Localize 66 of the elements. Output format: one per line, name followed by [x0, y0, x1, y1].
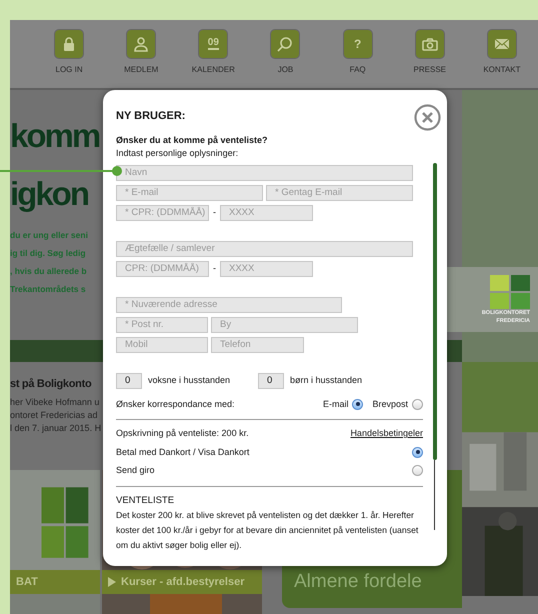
input-field[interactable]: * Post nr.	[116, 316, 208, 332]
radio-button[interactable]	[412, 465, 423, 476]
input-field[interactable]: XXXX	[220, 204, 313, 220]
search-icon	[271, 30, 300, 58]
correspondence-label: Ønsker korrespondance med:	[116, 398, 235, 411]
input-field[interactable]: CPR: (DDMMÅÅ)	[116, 260, 209, 276]
fee-text: Opskrivning på venteliste: 200 kr.	[116, 427, 249, 440]
option-label: Brevpost	[372, 398, 408, 411]
question-text: Ønsker du at komme på venteliste?	[116, 134, 269, 147]
lock-icon	[55, 30, 84, 58]
input-field[interactable]: Mobil	[116, 336, 208, 352]
panel-title: Almene fordele	[294, 570, 423, 594]
input-field[interactable]: XXXX	[220, 260, 313, 276]
heading: komm	[10, 118, 100, 154]
input-field[interactable]: * Gentag E-mail	[266, 184, 413, 200]
intro-text: , hvis du allerede b	[10, 265, 87, 278]
tile-bar[interactable]: BAT	[10, 570, 100, 594]
payment-label: Betal med Dankort / Visa Dankort	[116, 446, 250, 458]
person-icon	[127, 30, 156, 58]
calendar-icon: 09	[199, 30, 228, 58]
input-field[interactable]: Ægtefælle / samlever	[116, 240, 413, 256]
input-field[interactable]: * E-mail	[116, 184, 263, 200]
mail-icon	[488, 30, 516, 58]
nav-link[interactable]: MEDLEM	[105, 20, 178, 88]
news-text: her Vibeke Hofmann u	[10, 396, 100, 408]
scrollbar-thumb[interactable]	[433, 163, 437, 460]
intro-text: du er ung eller seni	[10, 229, 88, 242]
radio-button[interactable]	[412, 398, 423, 410]
nav-link[interactable]: LOG IN	[33, 20, 106, 88]
radio-button[interactable]	[412, 446, 423, 458]
input-field[interactable]: * Nuværende adresse	[116, 296, 342, 312]
news-text: ontoret Fredericias ad	[10, 408, 98, 422]
dash-text: -	[213, 262, 216, 275]
field-label: voksne i husstanden	[148, 374, 232, 387]
play-icon	[108, 577, 116, 587]
nav-link[interactable]: JOB	[249, 20, 322, 88]
option-label: E-mail	[322, 398, 348, 410]
input-field[interactable]: Telefon	[211, 336, 304, 352]
heading: igkon	[10, 176, 88, 212]
number-field[interactable]: 0	[116, 372, 142, 388]
number-field[interactable]: 0	[258, 372, 284, 388]
news-title: st på Boligkonto	[10, 377, 92, 392]
payment-label: Send giro	[116, 464, 155, 477]
nav-link[interactable]: ? FAQ	[322, 20, 394, 88]
field-label: børn i husstanden	[290, 374, 362, 387]
tile-bar[interactable]: Kurser - afd.bestyrelser	[102, 570, 262, 594]
info-text: Det koster 200 kr. at blive skrevet på ventelisten og det dækker 1. år. Herefter koster det 100 kr./år i gebyr for at bevare din anciennitet på ventelisten (uanset om du aktivt søger bolig eller ej).	[116, 508, 420, 552]
nav-link[interactable]: PRESSE	[394, 20, 466, 88]
instruction-text: Indtast personlige oplysninger:	[116, 147, 240, 160]
input-field[interactable]: Navn	[116, 164, 413, 180]
news-text: l den 7. januar 2015. H	[10, 422, 102, 434]
input-field[interactable]: By	[211, 316, 358, 332]
info-title: VENTELISTE	[116, 494, 176, 508]
terms-link[interactable]: Handelsbetingeler	[350, 427, 423, 440]
modal-title: NY BRUGER:	[116, 109, 186, 124]
input-field[interactable]: * CPR: (DDMMÅÅ)	[116, 204, 209, 220]
nav-link[interactable]: KONTAKT	[466, 20, 538, 88]
intro-text: ig til dig. Søg ledig	[10, 247, 86, 260]
help-icon: ?	[344, 30, 372, 58]
close-icon[interactable]	[414, 104, 441, 131]
nav-link[interactable]: 09 KALENDER	[177, 20, 250, 88]
logo-squares-icon	[490, 275, 530, 309]
intro-text: Trekantområdets s	[10, 283, 86, 296]
camera-icon	[416, 30, 444, 58]
radio-button[interactable]	[352, 398, 364, 410]
dash-text: -	[213, 206, 216, 219]
